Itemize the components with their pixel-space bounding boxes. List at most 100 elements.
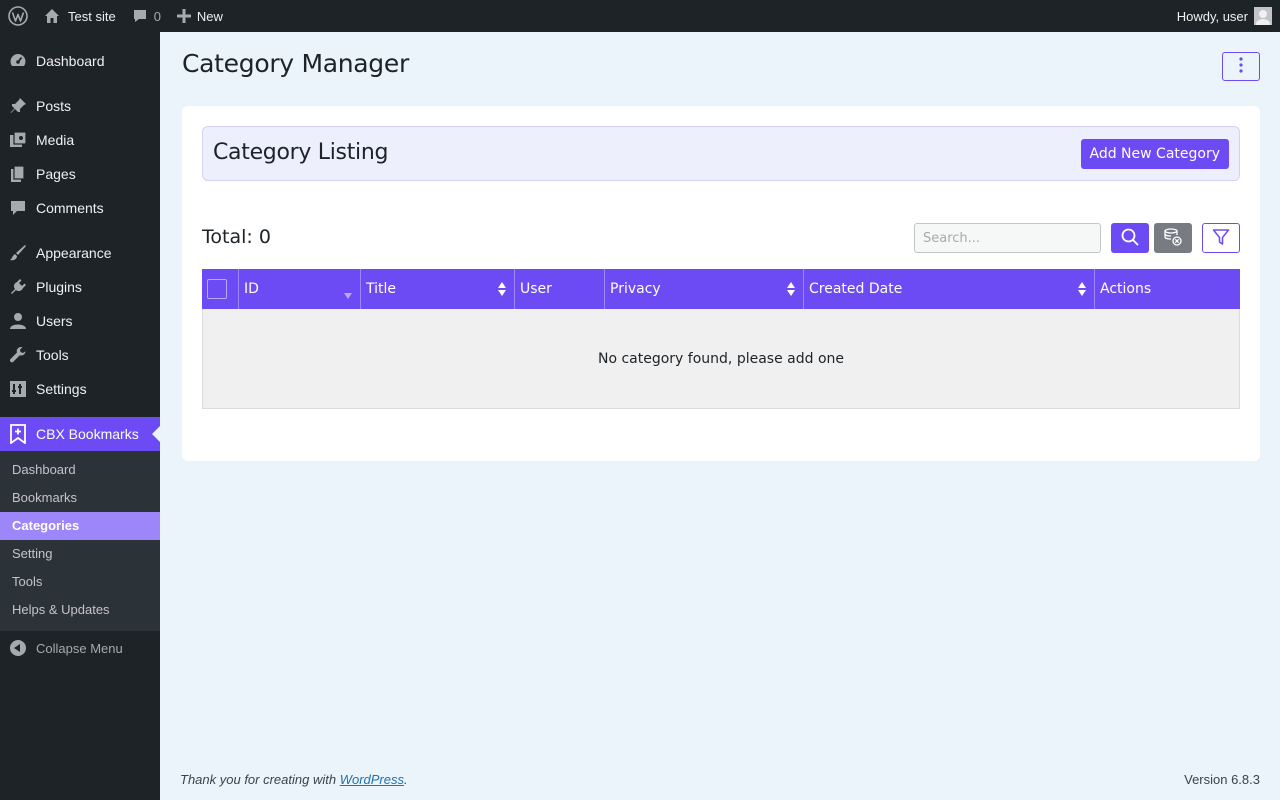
- column-label: Title: [366, 281, 397, 297]
- user-icon: [8, 311, 28, 331]
- comments-link[interactable]: 0: [124, 0, 169, 32]
- sort-icon: [1078, 282, 1086, 300]
- search-icon: [1121, 228, 1139, 249]
- submenu-item-categories[interactable]: Categories: [0, 512, 160, 540]
- footer-thanks: Thank you for creating with WordPress.: [180, 772, 408, 787]
- comments-count: 0: [153, 8, 161, 24]
- sort-icon: [787, 282, 795, 300]
- submenu-item-bookmarks[interactable]: Bookmarks: [0, 484, 160, 512]
- brush-icon: [8, 243, 28, 263]
- plugin-icon: [8, 277, 28, 297]
- sidebar-item-label: CBX Bookmarks: [36, 426, 139, 442]
- sidebar-item-label: Posts: [36, 98, 72, 114]
- submenu-item-setting[interactable]: Setting: [0, 540, 160, 568]
- sidebar-item-label: Users: [36, 313, 73, 329]
- listing-header: Category Listing Add New Category: [202, 126, 1240, 181]
- sidebar-item-media[interactable]: Media: [0, 123, 160, 157]
- footer-suffix: .: [404, 772, 408, 787]
- collapse-arrow-icon: [10, 640, 26, 656]
- clear-filter-icon: [1163, 227, 1183, 250]
- sidebar-item-label: Pages: [36, 166, 76, 182]
- my-account-link[interactable]: Howdy, user: [1169, 0, 1280, 32]
- site-name: Test site: [68, 8, 116, 24]
- sidebar-item-users[interactable]: Users: [0, 304, 160, 338]
- comment-bubble-icon: [132, 8, 148, 24]
- filter-button[interactable]: [1202, 223, 1240, 253]
- select-all-checkbox[interactable]: [207, 279, 227, 299]
- search-input[interactable]: [914, 223, 1101, 253]
- submenu-item-tools[interactable]: Tools: [0, 568, 160, 596]
- sidebar-item-plugins[interactable]: Plugins: [0, 270, 160, 304]
- table-empty-row: No category found, please add one: [202, 309, 1240, 409]
- footer-thanks-text: Thank you for creating with: [180, 772, 340, 787]
- sidebar-item-appearance[interactable]: Appearance: [0, 236, 160, 270]
- add-new-category-button[interactable]: Add New Category: [1080, 139, 1229, 169]
- column-label: Privacy: [610, 281, 661, 297]
- column-header-user[interactable]: User: [515, 269, 605, 309]
- new-label: New: [196, 8, 223, 24]
- total-count: Total: 0: [202, 226, 271, 248]
- sidebar-item-settings[interactable]: Settings: [0, 372, 160, 406]
- category-table: ID Title User Privacy Created Date Actio…: [202, 269, 1240, 409]
- dashboard-icon: [8, 51, 28, 71]
- column-header-created-date[interactable]: Created Date: [804, 269, 1095, 309]
- site-name-link[interactable]: Test site: [36, 0, 124, 32]
- more-options-button[interactable]: [1222, 52, 1260, 81]
- sidebar-item-comments[interactable]: Comments: [0, 191, 160, 225]
- main-content: Category Manager Category Listing Add Ne…: [160, 32, 1280, 800]
- sidebar-item-label: Comments: [36, 200, 104, 216]
- sidebar-item-label: Plugins: [36, 279, 82, 295]
- sidebar-item-pages[interactable]: Pages: [0, 157, 160, 191]
- column-header-id[interactable]: ID: [239, 269, 361, 309]
- collapse-menu-button[interactable]: Collapse Menu: [0, 631, 160, 665]
- wordpress-link[interactable]: WordPress: [340, 772, 404, 787]
- home-icon: [44, 8, 60, 24]
- media-icon: [8, 130, 28, 150]
- pin-icon: [8, 96, 28, 116]
- kebab-menu-icon: [1239, 57, 1243, 76]
- column-label: User: [520, 281, 552, 297]
- listing-title: Category Listing: [213, 140, 389, 165]
- column-label: Created Date: [809, 281, 903, 297]
- plus-icon: [176, 9, 191, 23]
- collapse-menu-label: Collapse Menu: [36, 640, 123, 656]
- search-button[interactable]: [1111, 223, 1149, 253]
- admin-sidebar: Dashboard Posts Media Pages Comments App…: [0, 32, 160, 800]
- sort-icon: [498, 282, 506, 300]
- select-all-cell: [202, 269, 239, 309]
- cbx-bookmarks-submenu: Dashboard Bookmarks Categories Setting T…: [0, 451, 160, 631]
- table-header: ID Title User Privacy Created Date Actio…: [202, 269, 1240, 309]
- bookmark-icon: [8, 424, 28, 444]
- howdy-text: Howdy, user: [1176, 8, 1248, 24]
- sidebar-item-dashboard[interactable]: Dashboard: [0, 44, 160, 78]
- column-label: ID: [244, 281, 259, 297]
- submenu-item-dashboard[interactable]: Dashboard: [0, 456, 160, 484]
- column-label: Actions: [1100, 281, 1152, 297]
- page-title: Category Manager: [182, 49, 409, 78]
- sidebar-item-tools[interactable]: Tools: [0, 338, 160, 372]
- settings-icon: [8, 379, 28, 399]
- sidebar-item-label: Settings: [36, 381, 87, 397]
- sort-desc-icon: [344, 287, 352, 303]
- pages-icon: [8, 164, 28, 184]
- wordpress-logo-icon[interactable]: [0, 0, 36, 32]
- sidebar-item-posts[interactable]: Posts: [0, 89, 160, 123]
- footer-version: Version 6.8.3: [1184, 772, 1260, 787]
- admin-bar: Test site 0 New Howdy, user: [0, 0, 1280, 32]
- filter-icon: [1212, 228, 1230, 249]
- submenu-item-helps-updates[interactable]: Helps & Updates: [0, 596, 160, 624]
- comment-icon: [8, 198, 28, 218]
- sidebar-item-label: Tools: [36, 347, 69, 363]
- avatar: [1254, 7, 1272, 25]
- sidebar-item-label: Appearance: [36, 245, 112, 261]
- sidebar-item-label: Dashboard: [36, 53, 105, 69]
- reset-filter-button[interactable]: [1154, 223, 1192, 253]
- wrench-icon: [8, 345, 28, 365]
- column-header-privacy[interactable]: Privacy: [605, 269, 804, 309]
- column-header-title[interactable]: Title: [361, 269, 515, 309]
- new-content-link[interactable]: New: [169, 0, 231, 32]
- category-card: Category Listing Add New Category Total:…: [182, 106, 1260, 461]
- sidebar-item-label: Media: [36, 132, 75, 148]
- empty-message: No category found, please add one: [597, 350, 845, 367]
- sidebar-item-cbx-bookmarks[interactable]: CBX Bookmarks: [0, 417, 160, 451]
